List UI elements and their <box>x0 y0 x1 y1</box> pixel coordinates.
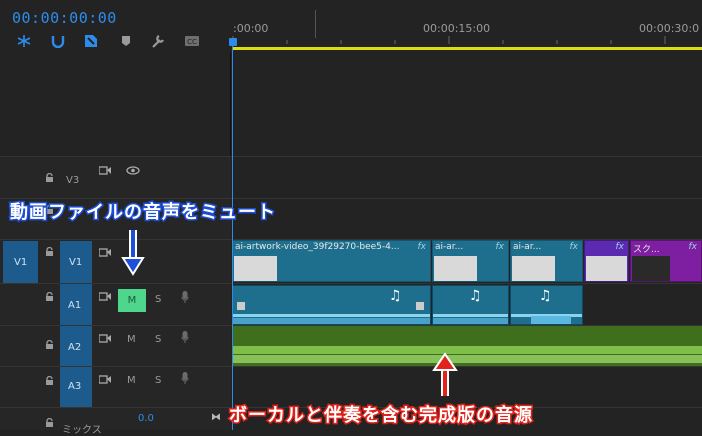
track-name-v1: V1 <box>69 257 83 268</box>
audio-clip[interactable]: ♫ <box>510 285 583 325</box>
audio-waveform <box>233 314 430 324</box>
microphone-icon[interactable] <box>181 331 189 344</box>
playhead-handle[interactable] <box>229 38 237 46</box>
track-header-v3: V3 <box>0 157 231 198</box>
track-target-a3[interactable]: A3 <box>60 367 92 407</box>
lock-icon[interactable] <box>45 418 54 428</box>
video-clip[interactable]: fx <box>584 240 629 282</box>
captions-icon[interactable]: CC <box>184 34 200 48</box>
camera-icon[interactable] <box>99 166 112 175</box>
mute-button-a2[interactable]: M <box>127 334 136 345</box>
audio-waveform <box>433 314 508 324</box>
camera-icon[interactable] <box>99 334 112 343</box>
clip-thumbnail <box>434 256 477 281</box>
eye-icon[interactable] <box>126 166 140 175</box>
clip-thumbnail <box>632 256 670 281</box>
magnet-icon[interactable] <box>50 34 66 48</box>
track-name-a3: A3 <box>68 381 82 392</box>
clip-title: ai-ar... <box>513 242 542 252</box>
svg-text:CC: CC <box>187 38 197 46</box>
track-target-v1[interactable]: V1 <box>60 241 92 283</box>
music-note-icon: ♫ <box>469 288 482 304</box>
annotation-arrow-down <box>121 230 145 276</box>
fx-badge[interactable]: fx <box>496 242 505 252</box>
clip-thumbnail <box>234 256 277 281</box>
track-name-v3: V3 <box>66 175 80 186</box>
camera-icon[interactable] <box>99 292 112 301</box>
track-header-mix: ミックス 0.0 ⧓ <box>0 408 231 436</box>
jump-to-edge-icon[interactable]: ⧓ <box>211 412 221 423</box>
source-patch-v1[interactable]: V1 <box>3 241 38 283</box>
audio-waveform <box>232 346 702 363</box>
track-target-a2[interactable]: A2 <box>60 326 92 366</box>
wrench-icon[interactable] <box>150 34 166 48</box>
timecode-display[interactable]: 00:00:00:00 <box>12 9 117 27</box>
annotation-mute-video-audio: 動画ファイルの音声をミュート <box>9 201 277 225</box>
solo-button-a1[interactable]: S <box>155 294 161 305</box>
track-header-a1: A1 M S <box>0 284 231 325</box>
track-name-a1: A1 <box>68 300 82 311</box>
camera-icon[interactable] <box>99 248 112 257</box>
source-label-v1: V1 <box>14 257 28 268</box>
solo-button-a2[interactable]: S <box>155 334 161 345</box>
camera-icon[interactable] <box>99 375 112 384</box>
solo-button-a3[interactable]: S <box>155 375 161 386</box>
annotation-final-audio-track: ボーカルと伴奏を含む完成版の音源 <box>228 404 534 428</box>
video-clip[interactable]: スク... fx <box>630 240 702 282</box>
time-ruler[interactable]: :00:00 00:00:15:00 00:00:30:0 <box>231 0 702 52</box>
clip-thumbnail <box>586 256 627 281</box>
fx-badge[interactable]: fx <box>689 242 698 252</box>
add-marker-icon[interactable] <box>83 34 99 48</box>
timeline-empty-area <box>0 52 702 156</box>
mix-value[interactable]: 0.0 <box>138 413 154 424</box>
track-name-a2: A2 <box>68 342 82 353</box>
lock-icon[interactable] <box>45 247 54 257</box>
track-header-a3: A3 M S <box>0 367 231 407</box>
lock-icon[interactable] <box>45 173 54 183</box>
mute-button-a3[interactable]: M <box>127 375 136 386</box>
annotation-arrow-up <box>432 352 458 396</box>
video-clip[interactable]: ai-ar... fx <box>510 240 583 282</box>
fx-badge[interactable]: fx <box>418 242 427 252</box>
ruler-ticks <box>232 36 666 44</box>
marker-icon[interactable] <box>118 34 134 48</box>
track-header-v1: V1 V1 <box>0 240 231 283</box>
music-note-icon: ♫ <box>389 288 402 304</box>
lock-icon[interactable] <box>45 340 54 350</box>
lock-icon[interactable] <box>45 376 54 386</box>
mix-label: ミックス <box>62 425 102 436</box>
work-area-bar[interactable] <box>233 47 702 50</box>
lock-icon[interactable] <box>45 292 54 302</box>
track-divider <box>0 156 702 157</box>
track-target-a1[interactable]: A1 <box>60 284 92 325</box>
microphone-icon[interactable] <box>181 372 189 385</box>
music-note-icon: ♫ <box>539 288 552 304</box>
clip-title: ai-ar... <box>435 242 464 252</box>
video-clip[interactable]: ai-artwork-video_39f29270-bee5-4... fx <box>232 240 431 282</box>
playhead-line[interactable] <box>232 40 233 430</box>
clip-title: スク... <box>633 245 660 255</box>
track-header-a2: A2 M S <box>0 326 231 366</box>
audio-waveform <box>511 314 582 324</box>
microphone-icon[interactable] <box>181 291 189 304</box>
fx-badge[interactable]: fx <box>570 242 579 252</box>
clip-thumbnail <box>512 256 555 281</box>
snap-icon[interactable] <box>16 34 32 48</box>
mute-button-a1[interactable]: M <box>118 289 146 312</box>
video-clip[interactable]: ai-ar... fx <box>432 240 509 282</box>
audio-clip-a2[interactable] <box>232 326 702 366</box>
audio-clip[interactable]: ♫ <box>432 285 509 325</box>
audio-clip[interactable]: ♫ <box>232 285 431 325</box>
fx-badge[interactable]: fx <box>616 242 625 252</box>
clip-title: ai-artwork-video_39f29270-bee5-4... <box>235 242 400 252</box>
